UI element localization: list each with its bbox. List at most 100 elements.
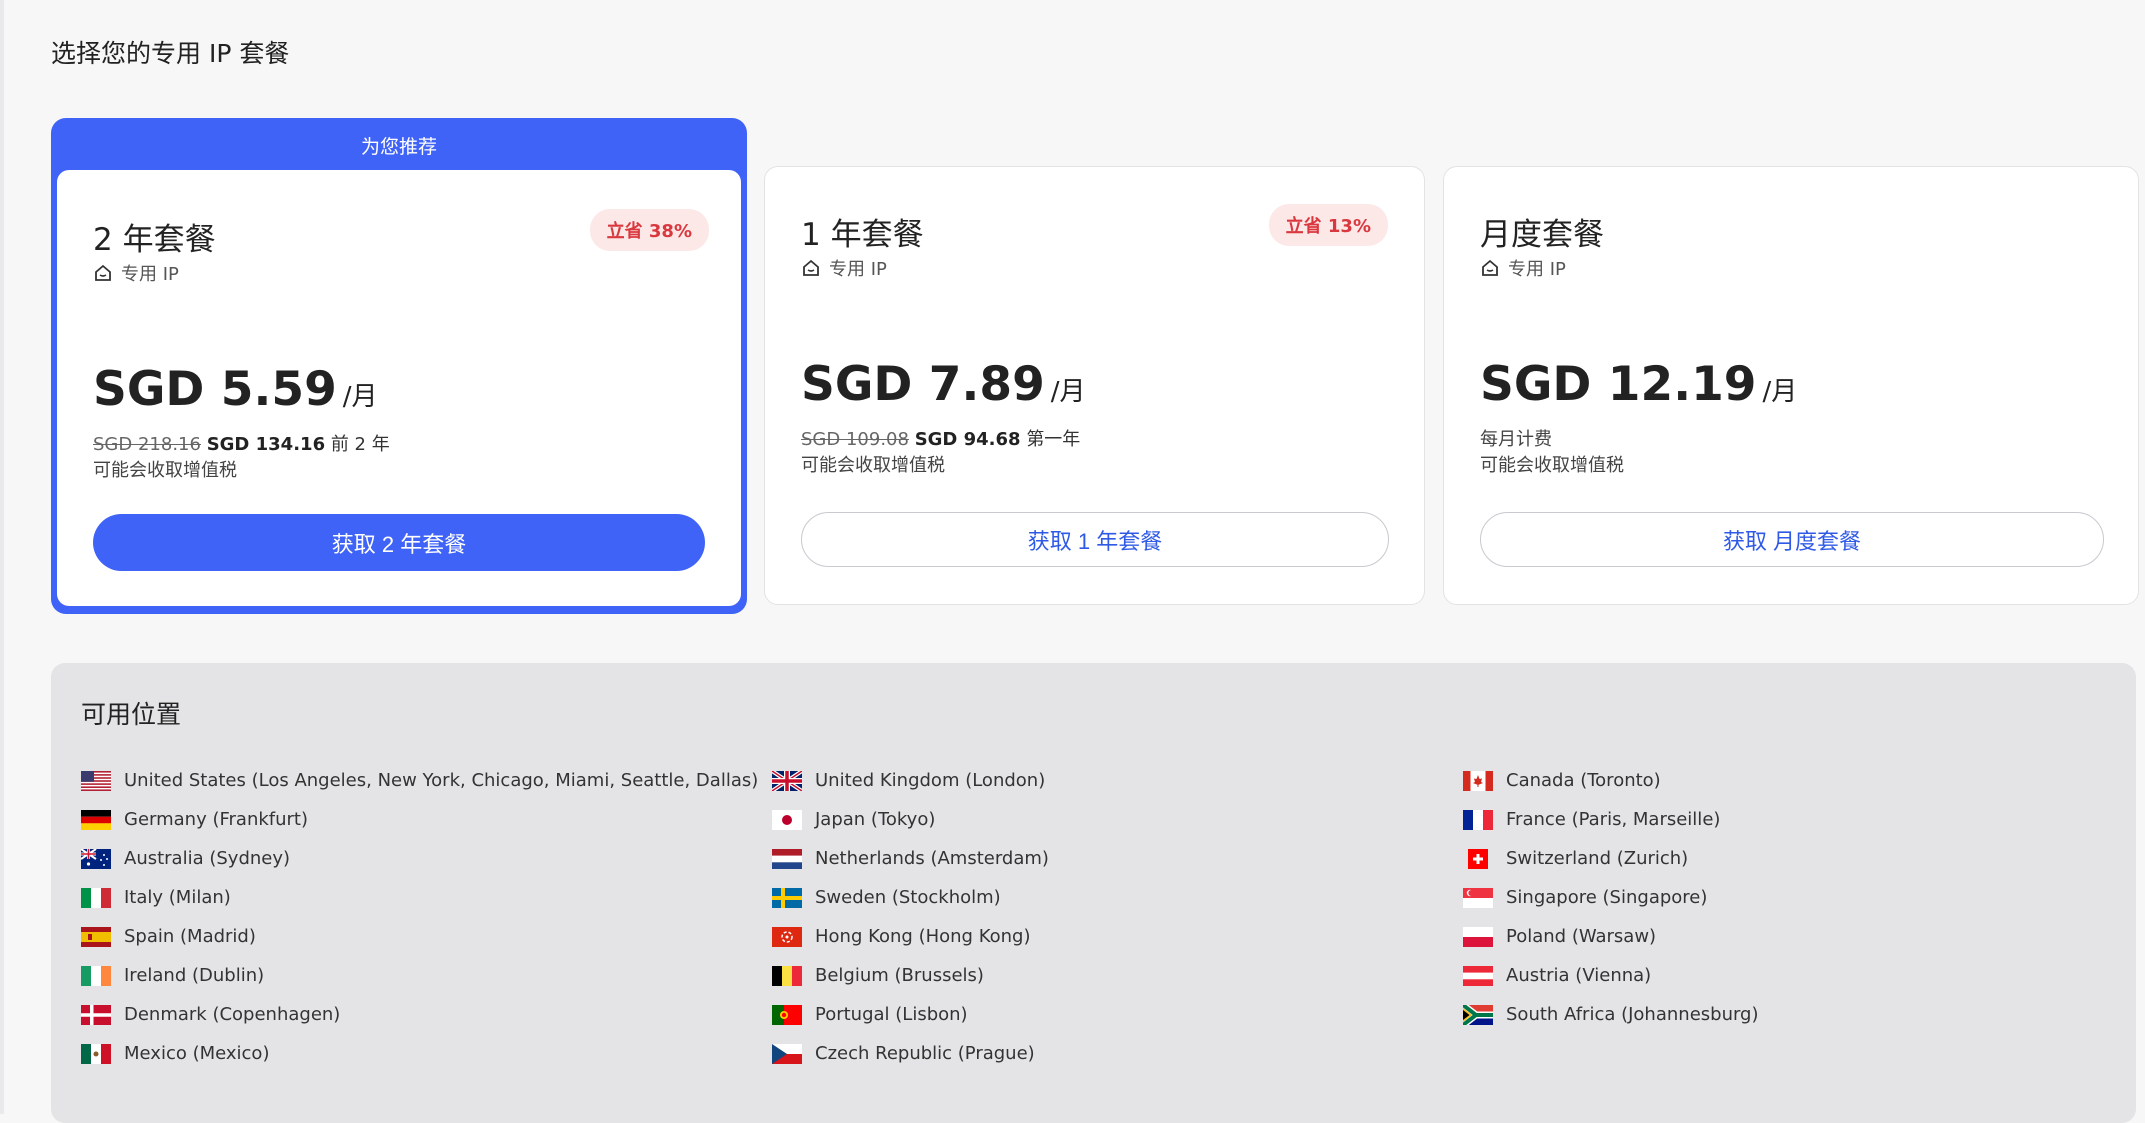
location-item: United States (Los Angeles, New York, Ch… [81, 761, 758, 800]
plan-subtitle: 专用 IP [93, 260, 179, 286]
price: SGD 7.89/月 [801, 357, 1086, 412]
location-item: United Kingdom (London) [772, 761, 1049, 800]
plan-subtitle-text: 专用 IP [829, 259, 887, 280]
ca-flag-icon [1463, 770, 1493, 791]
location-label: Singapore (Singapore) [1506, 887, 1708, 908]
plan-card-monthly: 月度套餐 专用 IP SGD 12.19/月 每月计费 可能会收取增值税 获取 … [1443, 166, 2139, 605]
period-text: 第一年 [1026, 429, 1081, 450]
location-item: Netherlands (Amsterdam) [772, 839, 1049, 878]
plan-subtitle: 专用 IP [1480, 255, 1566, 281]
location-label: Switzerland (Zurich) [1506, 848, 1689, 869]
jp-flag-icon [772, 809, 802, 830]
get-1-year-plan-button[interactable]: 获取 1 年套餐 [801, 512, 1389, 567]
ch-flag-icon [1463, 848, 1493, 869]
home-icon [1482, 259, 1498, 276]
location-label: Spain (Madrid) [124, 926, 256, 947]
location-item: Portugal (Lisbon) [772, 995, 1049, 1034]
location-label: United Kingdom (London) [815, 770, 1046, 791]
location-item: Japan (Tokyo) [772, 800, 1049, 839]
dk-flag-icon [81, 1004, 111, 1025]
price-amount: SGD 5.59 [93, 362, 337, 417]
location-item: Poland (Warsaw) [1463, 917, 1759, 956]
fr-flag-icon [1463, 809, 1493, 830]
plan-card-1-year: 1 年套餐 专用 IP 立省 13% SGD 7.89/月 SGD 109.08… [764, 166, 1425, 605]
location-label: Ireland (Dublin) [124, 965, 265, 986]
new-price: SGD 94.68 [914, 429, 1021, 450]
location-label: South Africa (Johannesburg) [1506, 1004, 1759, 1025]
plan-subtitle-text: 专用 IP [121, 264, 179, 285]
de-flag-icon [81, 809, 111, 830]
left-edge [0, 0, 4, 1114]
price-unit: /月 [1762, 377, 1798, 407]
es-flag-icon [81, 926, 111, 947]
us-flag-icon [81, 770, 111, 791]
location-item: Switzerland (Zurich) [1463, 839, 1759, 878]
locations-column-1: United States (Los Angeles, New York, Ch… [81, 761, 758, 1073]
tax-note: 可能会收取增值税 [93, 460, 237, 481]
home-icon [95, 264, 111, 281]
sg-flag-icon [1463, 887, 1493, 908]
location-label: Belgium (Brussels) [815, 965, 984, 986]
location-label: Germany (Frankfurt) [124, 809, 309, 830]
gb-flag-icon [772, 770, 802, 791]
location-item: Singapore (Singapore) [1463, 878, 1759, 917]
location-item: Hong Kong (Hong Kong) [772, 917, 1049, 956]
location-item: Czech Republic (Prague) [772, 1034, 1049, 1073]
plan-subtitle: 专用 IP [801, 255, 887, 281]
get-monthly-plan-button[interactable]: 获取 月度套餐 [1480, 512, 2104, 567]
location-label: Mexico (Mexico) [124, 1043, 270, 1064]
tax-note: 可能会收取增值税 [1480, 455, 1624, 476]
old-price: SGD 109.08 [801, 429, 909, 450]
price-amount: SGD 12.19 [1480, 357, 1757, 412]
location-label: Italy (Milan) [124, 887, 231, 908]
location-item: Ireland (Dublin) [81, 956, 758, 995]
plan-card-body: 2 年套餐 专用 IP 立省 38% SGD 5.59/月 SGD 218.16… [57, 170, 741, 606]
location-item: Australia (Sydney) [81, 839, 758, 878]
recommended-label: 为您推荐 [360, 136, 437, 158]
period-text: 前 2 年 [330, 434, 390, 455]
price-unit: /月 [342, 382, 378, 412]
pl-flag-icon [1463, 926, 1493, 947]
price: SGD 5.59/月 [93, 362, 378, 417]
location-item: Mexico (Mexico) [81, 1034, 758, 1073]
plan-name: 2 年套餐 [93, 222, 216, 258]
location-label: Denmark (Copenhagen) [124, 1004, 341, 1025]
tax-note: 可能会收取增值税 [801, 455, 945, 476]
get-2-year-plan-button[interactable]: 获取 2 年套餐 [93, 514, 705, 571]
price-detail: SGD 109.08 SGD 94.68 第一年 [801, 425, 1080, 451]
location-item: France (Paris, Marseille) [1463, 800, 1759, 839]
location-label: United States (Los Angeles, New York, Ch… [124, 770, 759, 791]
price-unit: /月 [1050, 377, 1086, 407]
location-label: Poland (Warsaw) [1506, 926, 1657, 947]
location-label: Czech Republic (Prague) [815, 1043, 1035, 1064]
new-price: SGD 134.16 [206, 434, 326, 455]
location-label: Canada (Toronto) [1506, 770, 1661, 791]
savings-badge: 立省 13% [1268, 204, 1388, 246]
nl-flag-icon [772, 848, 802, 869]
plan-card-2-year: 为您推荐 2 年套餐 专用 IP 立省 38% SGD 5.59/月 SGD 2… [51, 118, 747, 614]
savings-badge: 立省 38% [589, 209, 709, 251]
ie-flag-icon [81, 965, 111, 986]
locations-title: 可用位置 [81, 700, 182, 729]
location-item: Belgium (Brussels) [772, 956, 1049, 995]
plan-name: 月度套餐 [1480, 217, 1604, 253]
available-locations: 可用位置 United States (Los Angeles, New Yor… [51, 663, 2136, 1123]
hk-flag-icon [772, 926, 802, 947]
location-label: Hong Kong (Hong Kong) [815, 926, 1031, 947]
plan-subtitle-text: 专用 IP [1508, 259, 1566, 280]
location-item: South Africa (Johannesburg) [1463, 995, 1759, 1034]
location-item: Italy (Milan) [81, 878, 758, 917]
locations-column-3: Canada (Toronto) France (Paris, Marseille… [1463, 761, 1759, 1034]
location-item: Spain (Madrid) [81, 917, 758, 956]
location-label: Austria (Vienna) [1506, 965, 1652, 986]
location-item: Germany (Frankfurt) [81, 800, 758, 839]
page-title: 选择您的专用 IP 套餐 [51, 39, 290, 68]
mx-flag-icon [81, 1043, 111, 1064]
location-item: Sweden (Stockholm) [772, 878, 1049, 917]
price: SGD 12.19/月 [1480, 357, 1797, 412]
location-label: Portugal (Lisbon) [815, 1004, 968, 1025]
location-label: Japan (Tokyo) [815, 809, 936, 830]
pt-flag-icon [772, 1004, 802, 1025]
it-flag-icon [81, 887, 111, 908]
price-amount: SGD 7.89 [801, 357, 1045, 412]
